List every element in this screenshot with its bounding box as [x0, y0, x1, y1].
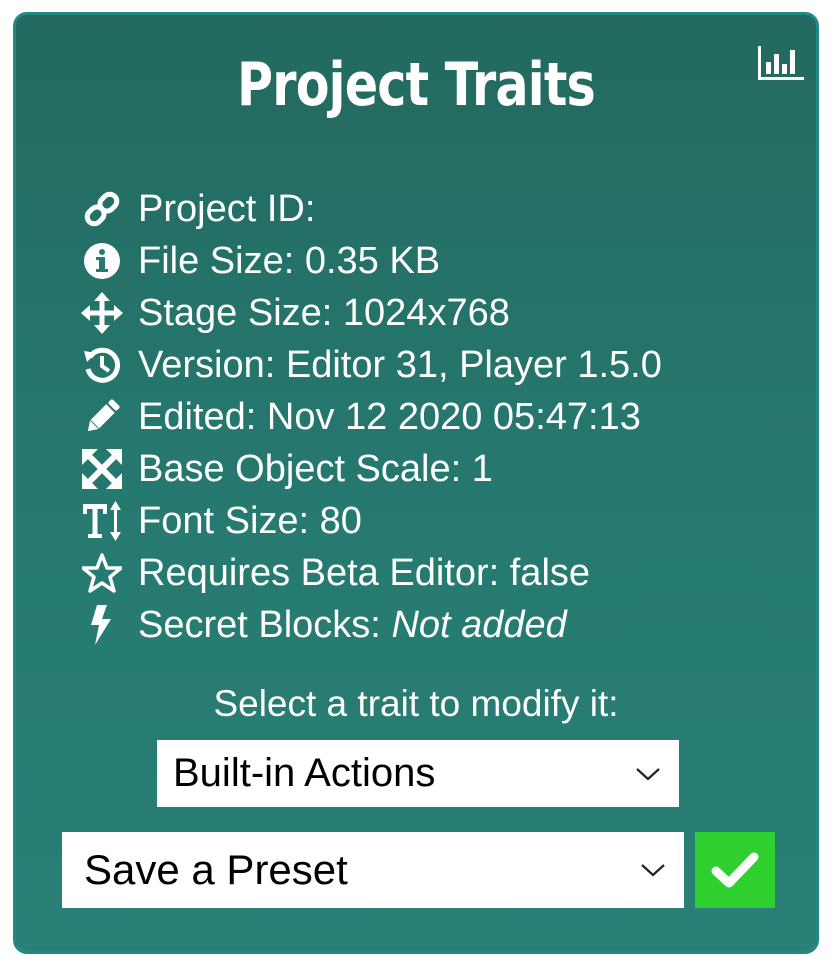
stats-button[interactable]: [756, 40, 806, 88]
info-label: Project ID:: [138, 187, 316, 230]
text-height-icon: [80, 500, 124, 542]
info-row-version: Version: Editor 31, Player 1.5.0: [80, 339, 662, 391]
info-label: Edited:: [138, 395, 257, 438]
info-row-stage-size: Stage Size: 1024x768: [80, 287, 662, 339]
info-value: Editor 31, Player 1.5.0: [285, 343, 662, 386]
star-outline-icon: [80, 552, 124, 594]
chevron-down-icon: [641, 864, 665, 877]
move-arrows-icon: [80, 292, 124, 334]
info-row-file-size: File Size: 0.35 KB: [80, 235, 662, 287]
info-value: Not added: [391, 603, 567, 646]
bolt-icon: [80, 604, 124, 646]
info-row-font-size: Font Size: 80: [80, 495, 662, 547]
project-traits-panel: Project Traits Project ID: File Size: 0.…: [13, 12, 819, 954]
info-value: false: [509, 551, 591, 594]
apply-preset-button[interactable]: [695, 832, 775, 908]
info-value: 0.35 KB: [304, 239, 441, 282]
info-value: 80: [319, 499, 362, 542]
link-icon: [80, 188, 124, 230]
checkmark-icon: [711, 852, 759, 888]
preset-select-value: Save a Preset: [84, 846, 348, 893]
select-trait-prompt: Select a trait to modify it:: [213, 683, 619, 724]
preset-select[interactable]: Save a Preset: [62, 832, 684, 908]
history-icon: [80, 344, 124, 386]
info-value: Nov 12 2020 05:47:13: [266, 395, 641, 438]
info-label: Font Size:: [138, 499, 310, 542]
info-circle-icon: [80, 240, 124, 282]
info-label: Requires Beta Editor:: [138, 551, 500, 594]
info-row-secret-blocks: Secret Blocks: Not added: [80, 599, 662, 651]
info-label: Base Object Scale:: [138, 447, 462, 490]
info-row-project-id: Project ID:: [80, 183, 662, 235]
trait-select[interactable]: Built-in Actions: [157, 740, 679, 807]
info-label: Secret Blocks:: [138, 603, 381, 646]
trait-info-list: Project ID: File Size: 0.35 KB Stage Siz…: [80, 183, 662, 651]
info-row-requires-beta: Requires Beta Editor: false: [80, 547, 662, 599]
info-row-edited: Edited: Nov 12 2020 05:47:13: [80, 391, 662, 443]
info-label: Version:: [138, 343, 276, 386]
panel-title: Project Traits: [237, 50, 596, 120]
bar-chart-icon: [758, 46, 804, 80]
pencil-icon: [80, 396, 124, 438]
info-value: 1: [471, 447, 493, 490]
expand-icon: [80, 448, 124, 490]
info-row-base-object-scale: Base Object Scale: 1: [80, 443, 662, 495]
trait-select-value: Built-in Actions: [173, 751, 436, 795]
info-label: Stage Size:: [138, 291, 333, 334]
chevron-down-icon: [636, 767, 660, 780]
info-label: File Size:: [138, 239, 295, 282]
info-value: 1024x768: [342, 291, 510, 334]
